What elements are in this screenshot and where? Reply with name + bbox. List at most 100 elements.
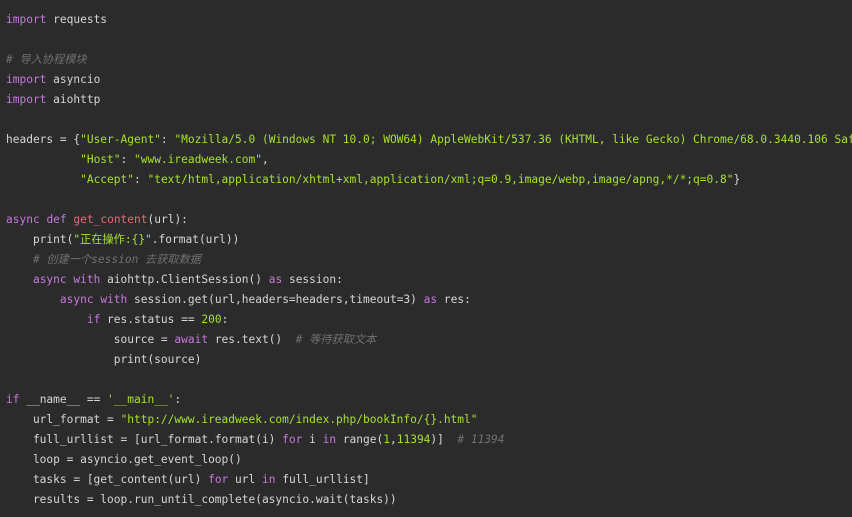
comment-token: # 导入协程模块	[6, 53, 87, 66]
code-text-token: ,	[389, 433, 397, 446]
code-text-token: range(	[336, 433, 384, 446]
code-block: import requests # 导入协程模块 import asyncio im…	[6, 10, 852, 510]
code-text-token: :	[133, 173, 148, 186]
code-line: import aiohttp	[6, 90, 852, 110]
comment-token: # 11394	[457, 433, 505, 446]
code-editor[interactable]: import requests # 导入协程模块 import asyncio im…	[0, 0, 852, 517]
keyword-token: if	[86, 313, 101, 326]
code-text-token: full_urllist]	[275, 473, 370, 486]
keyword-token: async	[59, 293, 94, 306]
code-text-token: aiohttp	[46, 93, 101, 106]
code-text-token: session:	[282, 273, 343, 286]
keyword-token: await	[174, 333, 209, 346]
keyword-token: with	[100, 293, 128, 306]
code-line: async with aiohttp.ClientSession() as se…	[6, 270, 852, 290]
code-line: full_urllist = [url_format.format(i) for…	[6, 430, 852, 450]
code-line: url_format = "http://www.ireadweek.com/i…	[6, 410, 852, 430]
code-text-token: res.text()	[208, 333, 296, 346]
code-text-token: res:	[437, 293, 471, 306]
code-text-token: res.status ==	[100, 313, 202, 326]
code-text-token: url_format =	[6, 413, 121, 426]
code-line: results = loop.run_until_complete(asynci…	[6, 490, 852, 510]
code-line: async with session.get(url,headers=heade…	[6, 290, 852, 310]
code-line: import requests	[6, 10, 852, 30]
string-token: "正在操作:{}"	[73, 233, 152, 246]
keyword-token: with	[73, 273, 101, 286]
code-line: source = await res.text() # 等待获取文本	[6, 330, 852, 350]
string-token: "text/html,application/xhtml+xml,applica…	[147, 173, 734, 186]
comment-token: # 等待获取文本	[295, 333, 377, 346]
keyword-token: in	[261, 473, 276, 486]
code-line: tasks = [get_content(url) for url in ful…	[6, 470, 852, 490]
string-token: "Host"	[80, 153, 121, 166]
keyword-token: if	[6, 393, 20, 406]
comment-token: # 创建一个session 去获取数据	[32, 253, 201, 266]
keyword-token: as	[268, 273, 283, 286]
keyword-token: async	[6, 213, 40, 226]
code-text-token: __name__ ==	[19, 393, 108, 406]
code-text-token: loop = asyncio.get_event_loop()	[6, 453, 242, 466]
code-text-token: tasks = [get_content(url)	[6, 473, 209, 486]
code-text-token: headers = {	[6, 133, 81, 146]
string-token: "Mozilla/5.0 (Windows NT 10.0; WOW64) Ap…	[174, 133, 852, 146]
keyword-token: in	[322, 433, 337, 446]
code-text-token: print(source)	[6, 353, 202, 366]
code-line: print("正在操作:{}".format(url))	[6, 230, 852, 250]
code-line: # 创建一个session 去获取数据	[6, 250, 852, 270]
code-text-token: :	[120, 153, 134, 166]
keyword-token: def	[46, 213, 67, 226]
code-line: if res.status == 200:	[6, 310, 852, 330]
keyword-token: import	[6, 93, 47, 106]
code-text-token: :	[174, 393, 182, 406]
code-line: async def get_content(url):	[6, 210, 852, 230]
string-token: "www.ireadweek.com"	[134, 153, 262, 166]
code-text-token: i	[302, 433, 323, 446]
code-text-token: ,	[261, 153, 269, 166]
keyword-token: async	[32, 273, 67, 286]
code-text-token: results = loop.run_until_complete(asynci…	[6, 493, 397, 506]
keyword-token: for	[282, 433, 303, 446]
code-line: headers = {"User-Agent": "Mozilla/5.0 (W…	[6, 130, 852, 150]
code-text-token: asyncio	[46, 73, 101, 86]
code-text-token: source =	[6, 333, 175, 346]
keyword-token: import	[6, 73, 47, 86]
code-line: # 导入协程模块	[6, 50, 852, 70]
number-token: 11394	[396, 433, 431, 446]
code-line: loop = asyncio.get_event_loop()	[6, 450, 852, 470]
code-line: "Accept": "text/html,application/xhtml+x…	[6, 170, 852, 190]
string-token: "Accept"	[80, 173, 134, 186]
code-text-token: }	[733, 173, 741, 186]
keyword-token: as	[423, 293, 438, 306]
code-text-token: :	[221, 313, 229, 326]
keyword-token: import	[6, 13, 47, 26]
code-line: if __name__ == '__main__':	[6, 390, 852, 410]
code-line: print(source)	[6, 350, 852, 370]
string-token: '__main__'	[107, 393, 175, 406]
number-token: 1	[383, 433, 390, 446]
code-text-token: (url):	[147, 213, 188, 226]
code-line: "Host": "www.ireadweek.com",	[6, 150, 852, 170]
function-name-token: get_content	[73, 213, 148, 226]
code-text-token: session.get(url,headers=headers,timeout=…	[127, 293, 424, 306]
code-text-token: aiohttp.ClientSession()	[100, 273, 269, 286]
code-text-token: requests	[46, 13, 108, 26]
code-text-token: :	[160, 133, 175, 146]
number-token: 200	[201, 313, 222, 326]
keyword-token: for	[208, 473, 229, 486]
code-text-token: url	[228, 473, 262, 486]
string-token: "http://www.ireadweek.com/index.php/book…	[120, 413, 478, 426]
code-text-token: print(	[6, 233, 74, 246]
code-text-token: )]	[430, 433, 458, 446]
code-line: import asyncio	[6, 70, 852, 90]
code-text-token: full_urllist = [url_format.format(i)	[6, 433, 283, 446]
